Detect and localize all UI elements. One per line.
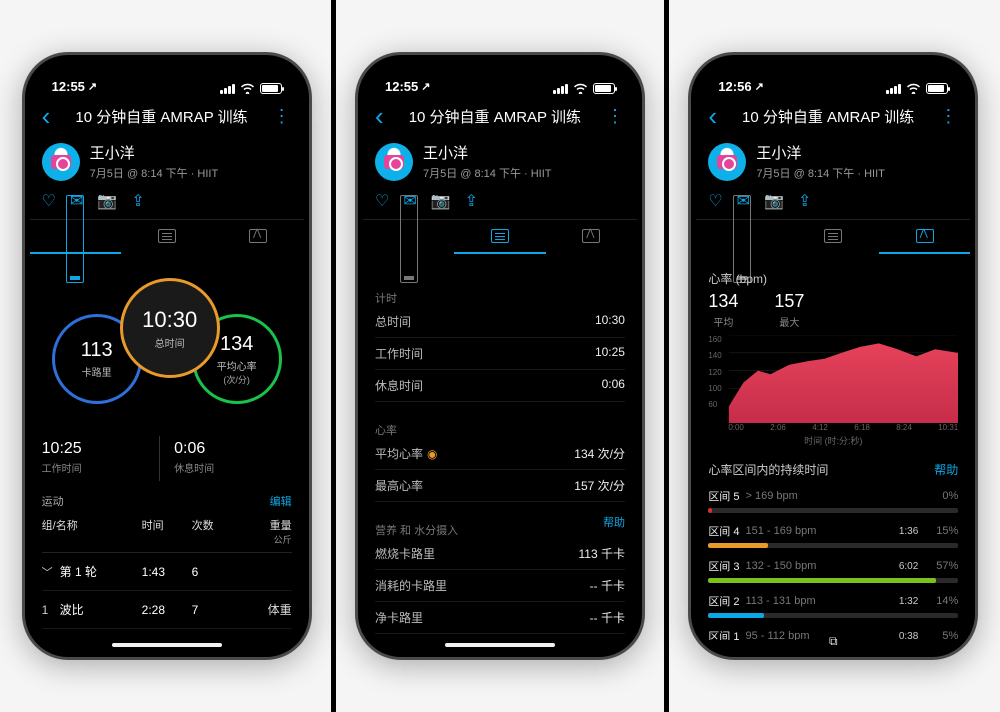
hr-zone-row: 区间 2113 - 131 bpm1:3214% xyxy=(708,593,958,618)
back-button[interactable]: ‹ xyxy=(371,101,388,132)
tab-hr-icon xyxy=(249,229,267,243)
location-icon: ↗ xyxy=(88,80,97,93)
tab-details[interactable] xyxy=(121,220,212,254)
home-indicator[interactable] xyxy=(445,643,555,647)
signal-icon xyxy=(220,84,235,94)
tab-summary[interactable] xyxy=(696,220,787,254)
share-icon[interactable]: ⇪ xyxy=(131,191,144,211)
ring-time[interactable]: 10:30 总时间 xyxy=(120,278,220,378)
avatar xyxy=(42,143,80,181)
help-link[interactable]: 帮助 xyxy=(934,461,958,478)
user-header[interactable]: 王小洋7月5日 @ 8:14 下午 · HIIT xyxy=(696,136,970,185)
hr-zone-row: 区间 4151 - 169 bpm1:3615% xyxy=(708,523,958,548)
zones-title: 心率区间内的持续时间 xyxy=(708,461,828,478)
user-name: 王小洋 xyxy=(90,142,219,163)
section-label: 运动 xyxy=(42,493,64,509)
tab-summary[interactable] xyxy=(363,220,454,254)
notch xyxy=(430,55,570,81)
status-time: 12:55 xyxy=(52,79,85,94)
nav-bar: ‹ 10 分钟自重 AMRAP 训练 ⋮ xyxy=(30,96,304,136)
detail-row: 估计汗液流失110 毫升 xyxy=(375,634,625,640)
multitask-indicator[interactable]: ⧉ xyxy=(829,634,838,649)
phone-frame-1: 12:55↗ ‹ 10 分钟自重 AMRAP 训练 ⋮ 王小洋 7月5日 @ 8… xyxy=(22,52,312,660)
more-button[interactable]: ⋮ xyxy=(269,106,296,127)
user-subtitle: 7月5日 @ 8:14 下午 · HIIT xyxy=(90,165,219,181)
detail-row: 总时间10:30 xyxy=(375,306,625,338)
section-label: 营养 和 水分摄入 xyxy=(375,522,458,538)
tab-details[interactable] xyxy=(454,220,545,254)
screen3-content: 心率 (bpm) 134平均 157最大 16014012010060 0:00… xyxy=(696,270,970,640)
more-button[interactable]: ⋮ xyxy=(602,106,629,127)
screen2-content: 计时总时间10:30工作时间10:25休息时间0:06 心率平均心率◉134 次/… xyxy=(363,270,637,640)
help-link[interactable]: 帮助 xyxy=(603,514,625,538)
phone-frame-2: 12:55↗ ‹ 10 分钟自重 AMRAP 训练 ⋮ 王小洋7月5日 @ 8:… xyxy=(355,52,645,660)
detail-row: 净卡路里-- 千卡 xyxy=(375,602,625,634)
workout-row[interactable]: 1波比2:287体重 xyxy=(42,591,292,629)
detail-row: 平均心率◉134 次/分 xyxy=(375,438,625,470)
edit-link[interactable]: 编辑 xyxy=(270,493,292,509)
hr-chart[interactable]: 16014012010060 xyxy=(708,335,958,423)
user-header[interactable]: 王小洋7月5日 @ 8:14 下午 · HIIT xyxy=(363,136,637,185)
tab-details-icon xyxy=(158,229,176,243)
screen1-content: 113 卡路里 10:30 总时间 134 平均心率 (次/分) 10:25 工… xyxy=(30,270,304,640)
like-icon[interactable]: ♡ xyxy=(42,191,56,211)
section-label: 心率 xyxy=(375,422,397,438)
tab-details[interactable] xyxy=(788,220,879,254)
hr-zone-row: 区间 5> 169 bpm0% xyxy=(708,488,958,513)
wifi-icon xyxy=(240,83,255,94)
home-indicator[interactable] xyxy=(112,643,222,647)
more-button[interactable]: ⋮ xyxy=(935,106,962,127)
detail-row: 燃烧卡路里113 千卡 xyxy=(375,538,625,570)
tab-bar xyxy=(30,219,304,254)
detail-row: 消耗的卡路里-- 千卡 xyxy=(375,570,625,602)
stat-worktime: 10:25 工作时间 xyxy=(42,436,161,481)
notch xyxy=(97,55,237,81)
tab-summary[interactable] xyxy=(30,220,121,254)
workout-row[interactable]: ﹀第 1 轮1:436 xyxy=(42,553,292,591)
detail-row: 最高心率157 次/分 xyxy=(375,470,625,502)
battery-icon xyxy=(260,83,282,94)
chart-title: 心率 (bpm) xyxy=(708,270,958,287)
hr-zone-row: 区间 3132 - 150 bpm6:0257% xyxy=(708,558,958,583)
back-button[interactable]: ‹ xyxy=(38,101,55,132)
tab-hr[interactable] xyxy=(212,220,303,254)
detail-row: 休息时间0:06 xyxy=(375,370,625,402)
user-header[interactable]: 王小洋 7月5日 @ 8:14 下午 · HIIT xyxy=(30,136,304,185)
detail-row: 工作时间10:25 xyxy=(375,338,625,370)
camera-icon[interactable]: 📷 xyxy=(97,191,117,211)
back-button[interactable]: ‹ xyxy=(704,101,721,132)
workout-row[interactable]: ﹀第 2 轮2:287 xyxy=(42,629,292,640)
tab-hr[interactable] xyxy=(879,220,970,254)
stat-resttime: 0:06 休息时间 xyxy=(160,436,292,481)
notch xyxy=(763,55,903,81)
phone-frame-3: 12:56↗ ‹ 10 分钟自重 AMRAP 训练 ⋮ 王小洋7月5日 @ 8:… xyxy=(688,52,978,660)
nav-title: 10 分钟自重 AMRAP 训练 xyxy=(75,106,247,127)
section-label: 计时 xyxy=(375,290,397,306)
tab-hr[interactable] xyxy=(546,220,637,254)
